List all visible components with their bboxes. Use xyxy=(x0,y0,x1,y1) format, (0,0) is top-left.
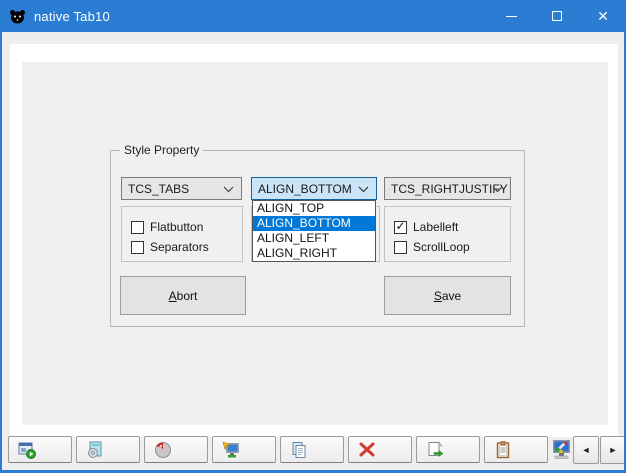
export-page-icon xyxy=(425,440,445,460)
right-checkbox-panel: ✓ Labelleft ✓ ScrollLoop xyxy=(384,206,511,262)
monitor-export-icon xyxy=(221,440,241,460)
checkbox-icon: ✓ xyxy=(131,221,144,234)
left-checkbox-panel: ✓ Flatbutton ✓ Separators xyxy=(121,206,243,262)
flatbutton-checkbox[interactable]: ✓ Flatbutton xyxy=(131,220,203,234)
chevron-down-icon xyxy=(358,186,369,193)
combo-value: TCS_RIGHTJUSTIFY xyxy=(391,182,508,196)
clipboard-icon xyxy=(493,440,513,460)
toolbar-button-debug[interactable] xyxy=(144,436,208,463)
align-dropdown-list: ALIGN_TOP ALIGN_BOTTOM ALIGN_LEFT ALIGN_… xyxy=(252,200,376,262)
checkbox-label: ScrollLoop xyxy=(413,240,470,254)
close-icon: ✕ xyxy=(597,8,609,25)
scroll-left-button[interactable]: ◄ xyxy=(573,436,599,464)
checkbox-label: Separators xyxy=(150,240,209,254)
dropdown-item[interactable]: ALIGN_LEFT xyxy=(253,231,375,246)
labelleft-checkbox[interactable]: ✓ Labelleft xyxy=(394,220,458,234)
app-panther-icon xyxy=(9,8,26,25)
combo-value: ALIGN_BOTTOM xyxy=(258,182,352,196)
minimize-button[interactable] xyxy=(488,0,534,32)
maximize-icon xyxy=(552,11,562,21)
save-button[interactable]: Save xyxy=(384,276,511,315)
red-orb-icon xyxy=(153,440,173,460)
chevron-down-icon xyxy=(492,186,503,193)
app-window: native Tab10 ✕ Style Property TCS_TABS A… xyxy=(0,0,626,473)
setup-disk-icon xyxy=(85,440,105,460)
arrow-right-icon: ► xyxy=(609,445,618,455)
justify-combo[interactable]: TCS_RIGHTJUSTIFY xyxy=(384,177,511,200)
style-combo[interactable]: TCS_TABS xyxy=(121,177,242,200)
display-settings-icon xyxy=(550,438,572,462)
checkmark-icon: ✓ xyxy=(395,221,405,231)
form-client-panel: Style Property TCS_TABS ALIGN_BOTTOM TCS… xyxy=(22,62,608,425)
title-bar: native Tab10 ✕ xyxy=(0,0,626,32)
window-title: native Tab10 xyxy=(34,9,110,24)
toolbar-button-delete[interactable] xyxy=(348,436,412,463)
toolbar-button-copy[interactable] xyxy=(280,436,344,463)
copy-icon xyxy=(289,440,309,460)
dropdown-item[interactable]: ALIGN_TOP xyxy=(253,201,375,216)
maximize-button[interactable] xyxy=(534,0,580,32)
toolbar-button-export[interactable] xyxy=(416,436,480,463)
separators-checkbox[interactable]: ✓ Separators xyxy=(131,240,209,254)
dropdown-item[interactable]: ALIGN_BOTTOM xyxy=(253,216,375,231)
scroll-right-button[interactable]: ► xyxy=(600,436,626,464)
checkbox-icon: ✓ xyxy=(394,221,407,234)
delete-x-icon xyxy=(357,440,377,460)
toolbar-button-run[interactable] xyxy=(8,436,72,463)
checkbox-label: Labelleft xyxy=(413,220,458,234)
close-button[interactable]: ✕ xyxy=(580,0,626,32)
toolbar-button-monitor[interactable] xyxy=(212,436,276,463)
chevron-down-icon xyxy=(223,186,234,193)
dropdown-item[interactable]: ALIGN_RIGHT xyxy=(253,246,375,261)
minimize-icon xyxy=(506,16,517,17)
combo-value: TCS_TABS xyxy=(128,182,189,196)
style-property-groupbox: Style Property TCS_TABS ALIGN_BOTTOM TCS… xyxy=(110,150,525,327)
checkbox-icon: ✓ xyxy=(131,241,144,254)
toolbar-button-setup[interactable] xyxy=(76,436,140,463)
checkbox-icon: ✓ xyxy=(394,241,407,254)
abort-button[interactable]: Abort xyxy=(120,276,246,315)
scrollloop-checkbox[interactable]: ✓ ScrollLoop xyxy=(394,240,470,254)
groupbox-label: Style Property xyxy=(120,143,203,157)
toolbar-button-paste[interactable] xyxy=(484,436,548,463)
checkbox-label: Flatbutton xyxy=(150,220,203,234)
run-form-icon xyxy=(17,440,37,460)
arrow-left-icon: ◄ xyxy=(582,445,591,455)
align-combo[interactable]: ALIGN_BOTTOM xyxy=(251,177,377,200)
